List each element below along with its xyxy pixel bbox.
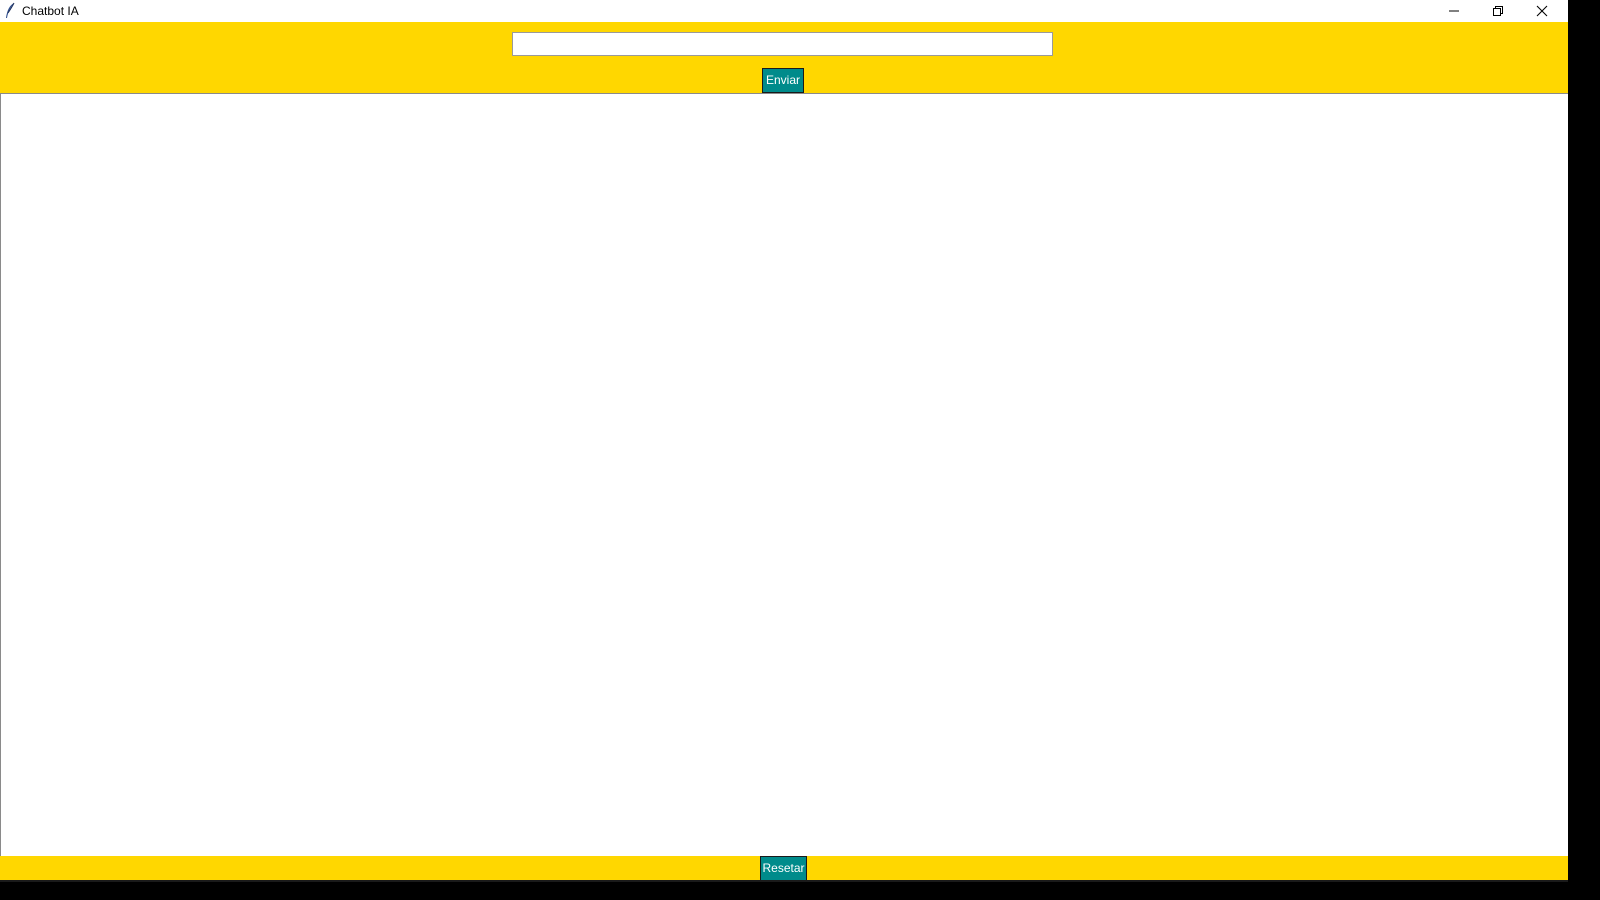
restore-icon [1493, 6, 1503, 16]
close-icon [1536, 5, 1548, 17]
title-bar[interactable]: Chatbot IA [0, 0, 1568, 22]
app-window: Chatbot IA Enviar Resetar [0, 0, 1568, 882]
minimize-button[interactable] [1432, 0, 1476, 22]
restore-button[interactable] [1476, 0, 1520, 22]
feather-icon [4, 2, 16, 20]
minimize-icon [1449, 10, 1459, 12]
message-input[interactable] [512, 32, 1053, 56]
reset-button[interactable]: Resetar [760, 856, 807, 881]
chat-history-area[interactable] [0, 93, 1568, 856]
input-panel: Enviar [0, 22, 1568, 93]
send-button[interactable]: Enviar [762, 68, 804, 93]
bottom-panel: Resetar [0, 856, 1568, 882]
close-button[interactable] [1520, 0, 1564, 22]
window-title: Chatbot IA [22, 4, 79, 18]
